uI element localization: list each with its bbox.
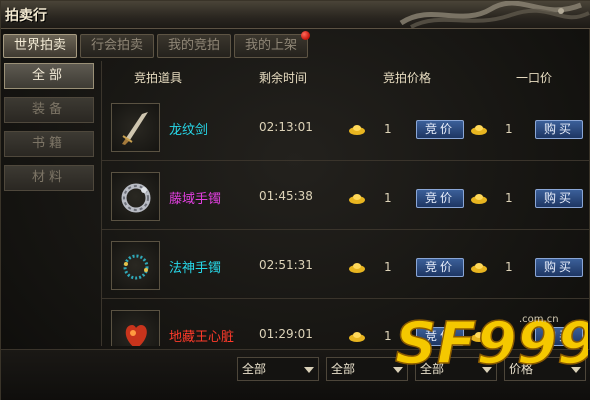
tab-my-listings-label: 我的上架 xyxy=(245,38,298,53)
sword-icon xyxy=(122,112,148,145)
filter-select-1[interactable]: 全部 xyxy=(237,357,319,381)
filter-select-1-value: 全部 xyxy=(242,362,267,376)
sidebar-item-all[interactable]: 全部 xyxy=(4,63,94,89)
bid-price: 1 xyxy=(384,191,392,205)
sf999-watermark-logo: SF999 xyxy=(394,308,588,376)
buyout-price: 1 xyxy=(505,191,513,205)
bracelet-icon xyxy=(121,183,151,213)
item-slot[interactable] xyxy=(111,241,160,290)
item-slot[interactable] xyxy=(111,103,160,152)
tab-bar: 世界拍卖 行会拍卖 我的竞拍 我的上架 xyxy=(3,31,311,58)
title-bar: 拍卖行 xyxy=(1,1,590,29)
header-buyout: 一口价 xyxy=(516,71,553,85)
bid-price: 1 xyxy=(384,329,392,343)
table-row: 龙纹剑 02:13:01 1 竞价 1 购买 xyxy=(102,93,589,161)
table-row: 藤域手镯 01:45:38 1 竞价 1 购买 xyxy=(102,162,589,230)
filter-select-2-value: 全部 xyxy=(331,362,356,376)
bid-price: 1 xyxy=(384,122,392,136)
bid-button[interactable]: 竞价 xyxy=(416,189,464,208)
auction-window: 拍卖行 世界拍卖 行会拍卖 我的竞拍 我的上架 全部 装备 书籍 材料 竞拍道具… xyxy=(0,0,590,400)
bid-price: 1 xyxy=(384,260,392,274)
watermark-suffix: .com.cn xyxy=(519,314,559,325)
item-name: 龙纹剑 xyxy=(169,123,209,138)
gold-ingot-icon xyxy=(349,263,365,273)
bid-button[interactable]: 竞价 xyxy=(416,258,464,277)
buy-button[interactable]: 购买 xyxy=(535,258,583,277)
remaining-time: 01:29:01 xyxy=(259,327,313,341)
buy-button[interactable]: 购买 xyxy=(535,189,583,208)
bid-button[interactable]: 竞价 xyxy=(416,120,464,139)
header-bid-price: 竞拍价格 xyxy=(383,71,432,85)
item-name: 藤域手镯 xyxy=(169,192,222,207)
header-time: 剩余时间 xyxy=(259,71,308,85)
dragon-ornament-icon xyxy=(399,1,590,29)
item-name: 法神手镯 xyxy=(169,261,222,276)
buyout-price: 1 xyxy=(505,260,513,274)
item-name: 地藏王心脏 xyxy=(169,330,235,345)
sidebar-item-materials[interactable]: 材料 xyxy=(4,165,94,191)
remaining-time: 02:13:01 xyxy=(259,120,313,134)
tab-my-listings[interactable]: 我的上架 xyxy=(234,31,311,58)
category-sidebar: 全部 装备 书籍 材料 xyxy=(4,63,99,199)
item-slot[interactable] xyxy=(111,310,160,346)
gold-ingot-icon xyxy=(349,332,365,342)
gold-ingot-icon xyxy=(349,194,365,204)
buy-button[interactable]: 购买 xyxy=(535,120,583,139)
remaining-time: 02:51:31 xyxy=(259,258,313,272)
bead-bracelet-icon xyxy=(123,254,149,280)
table-header: 竞拍道具 剩余时间 竞拍价格 一口价 xyxy=(102,61,589,89)
tab-world-auction[interactable]: 世界拍卖 xyxy=(3,34,78,58)
header-item: 竞拍道具 xyxy=(134,71,183,85)
remaining-time: 01:45:38 xyxy=(259,189,313,203)
gold-ingot-icon xyxy=(471,263,487,273)
item-slot[interactable] xyxy=(111,172,160,221)
tab-my-bids[interactable]: 我的竞拍 xyxy=(157,34,232,58)
gold-ingot-icon xyxy=(471,125,487,135)
sidebar-item-books[interactable]: 书籍 xyxy=(4,131,94,157)
notification-dot xyxy=(301,31,311,40)
window-title: 拍卖行 xyxy=(5,8,47,24)
tab-guild-auction[interactable]: 行会拍卖 xyxy=(80,34,155,58)
buyout-price: 1 xyxy=(505,122,513,136)
sidebar-item-equipment[interactable]: 装备 xyxy=(4,97,94,123)
gold-ingot-icon xyxy=(471,194,487,204)
table-row: 法神手镯 02:51:31 1 竞价 1 购买 xyxy=(102,231,589,299)
heart-icon xyxy=(125,325,147,346)
gold-ingot-icon xyxy=(349,125,365,135)
watermark-brand: SF999 xyxy=(395,309,588,376)
chevron-down-icon xyxy=(304,367,314,373)
